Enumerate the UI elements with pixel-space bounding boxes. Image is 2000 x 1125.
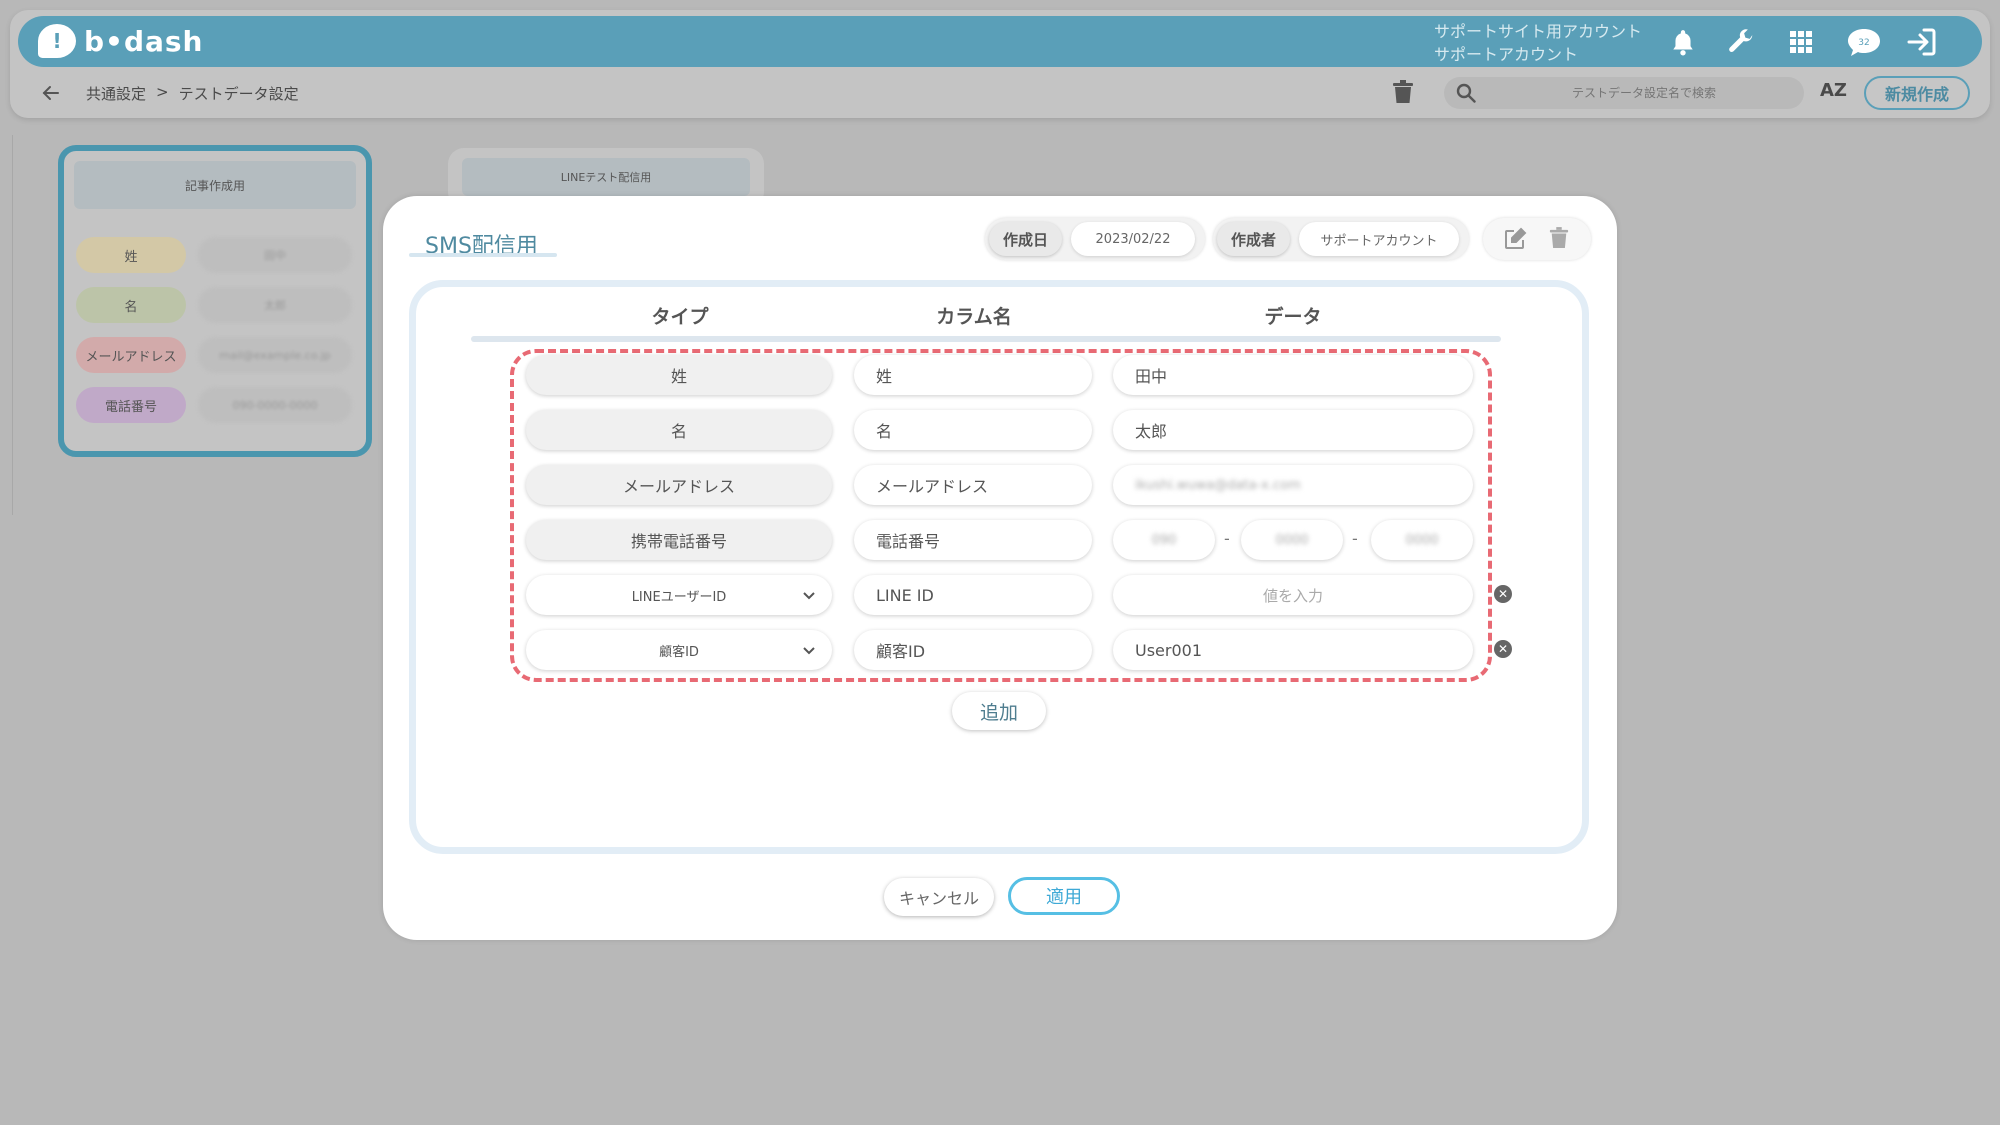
data-input[interactable]: 値を入力 <box>1113 575 1473 615</box>
email-data-input[interactable]: ikushi.wuwa@data-x.com <box>1113 465 1473 505</box>
column-name-input[interactable]: 名 <box>854 410 1092 450</box>
card-field-label: 姓 <box>76 237 186 273</box>
type-field: 姓 <box>526 355 832 395</box>
data-input[interactable]: 田中 <box>1113 355 1473 395</box>
creator-value: サポートアカウント <box>1299 222 1459 256</box>
title-underline <box>409 253 557 257</box>
modal-actions <box>1483 218 1591 260</box>
logo[interactable]: ! b•dash <box>38 24 203 58</box>
created-date-label: 作成日 <box>989 222 1063 256</box>
search-box <box>1444 77 1804 109</box>
type-field: 携帯電話番号 <box>526 520 832 560</box>
card-field-value: mail@example.co.jp <box>198 337 352 373</box>
phone-separator: - <box>1224 529 1230 548</box>
account-info[interactable]: サポートサイト用アカウント サポートアカウント <box>1434 20 1642 66</box>
back-arrow-icon[interactable] <box>40 82 62 104</box>
sort-az-button[interactable]: AZ <box>1820 80 1847 101</box>
column-header-data: データ <box>1264 306 1322 328</box>
creator-label: 作成者 <box>1217 222 1291 256</box>
column-header-type: タイプ <box>651 306 709 328</box>
card-field-value: 090-0000-0000 <box>198 387 352 423</box>
card-field-label: 電話番号 <box>76 387 186 423</box>
test-data-card-selected[interactable]: 記事作成用 姓 田中 名 太郎 メールアドレス mail@example.co.… <box>58 145 372 457</box>
created-date-group: 作成日 2023/02/22 <box>985 218 1205 260</box>
breadcrumb-separator: > <box>156 83 169 101</box>
phone-part-3-input[interactable]: 0000 <box>1371 520 1473 560</box>
add-row-button[interactable]: 追加 <box>952 692 1046 730</box>
logo-text: b•dash <box>84 24 204 58</box>
account-user: サポートアカウント <box>1434 45 1579 64</box>
delete-icon[interactable] <box>1549 227 1573 251</box>
header-divider <box>471 336 1501 342</box>
type-field: 名 <box>526 410 832 450</box>
type-select-value: LINEユーザーID <box>631 589 727 605</box>
card-field-value: 田中 <box>198 237 352 273</box>
created-date-value: 2023/02/22 <box>1071 222 1195 256</box>
card-title: LINEテスト配信用 <box>462 158 750 196</box>
card-title: 記事作成用 <box>74 161 356 209</box>
phone-part-2-input[interactable]: 0000 <box>1241 520 1343 560</box>
chevron-down-icon <box>800 586 818 604</box>
card-field-label: メールアドレス <box>76 337 186 373</box>
breadcrumb: 共通設定 > テストデータ設定 <box>86 83 299 104</box>
creator-group: 作成者 サポートアカウント <box>1213 218 1469 260</box>
type-select-value: 顧客ID <box>659 644 699 660</box>
column-name-input[interactable]: メールアドレス <box>854 465 1092 505</box>
bell-icon[interactable] <box>1666 25 1700 59</box>
new-create-button[interactable]: 新規作成 <box>1864 76 1970 110</box>
column-name-input[interactable]: 電話番号 <box>854 520 1092 560</box>
type-select[interactable]: 顧客ID <box>526 630 832 670</box>
edit-icon[interactable] <box>1503 227 1527 251</box>
type-select[interactable]: LINEユーザーID <box>526 575 832 615</box>
data-input[interactable]: User001 <box>1113 630 1473 670</box>
wrench-icon[interactable] <box>1724 25 1758 59</box>
account-site: サポートサイト用アカウント <box>1434 22 1643 41</box>
sidebar-divider <box>12 135 13 515</box>
chat-badge-count: 32 <box>1858 38 1869 48</box>
card-field-value: 太郎 <box>198 287 352 323</box>
breadcrumb-parent[interactable]: 共通設定 <box>86 83 146 104</box>
data-input[interactable]: 太郎 <box>1113 410 1473 450</box>
type-field: メールアドレス <box>526 465 832 505</box>
logout-icon[interactable] <box>1904 25 1938 59</box>
phone-part-1-input[interactable]: 090 <box>1113 520 1215 560</box>
column-header-name: カラム名 <box>936 306 1012 328</box>
cancel-button[interactable]: キャンセル <box>884 878 994 916</box>
chat-badge-icon[interactable]: 32 <box>1844 25 1884 59</box>
search-icon[interactable] <box>1456 83 1476 103</box>
column-name-input[interactable]: 姓 <box>854 355 1092 395</box>
search-input[interactable] <box>1494 81 1794 105</box>
breadcrumb-current: テストデータ設定 <box>178 85 299 103</box>
phone-separator: - <box>1352 529 1358 548</box>
email-value: ikushi.wuwa@data-x.com <box>1135 477 1301 493</box>
apply-button[interactable]: 適用 <box>1008 877 1120 915</box>
remove-row-icon[interactable]: ✕ <box>1494 640 1512 658</box>
card-field-label: 名 <box>76 287 186 323</box>
trash-icon[interactable] <box>1392 80 1416 106</box>
chevron-down-icon <box>800 641 818 659</box>
logo-mark-icon: ! <box>38 24 76 58</box>
remove-row-icon[interactable]: ✕ <box>1494 585 1512 603</box>
column-name-input[interactable]: LINE ID <box>854 575 1092 615</box>
apps-grid-icon[interactable] <box>1784 25 1818 59</box>
column-name-input[interactable]: 顧客ID <box>854 630 1092 670</box>
